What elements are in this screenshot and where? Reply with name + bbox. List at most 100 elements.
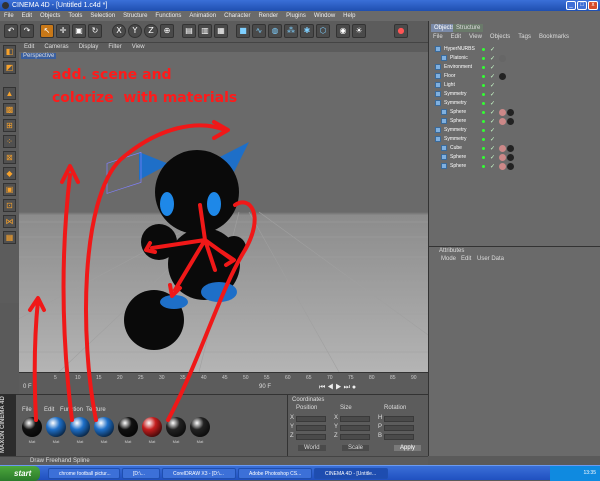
object-row[interactable]: Symmetry ✓ <box>429 126 600 135</box>
enabled-check-icon[interactable]: ✓ <box>490 163 495 172</box>
size-y-field[interactable] <box>340 425 370 431</box>
render-view-icon[interactable]: ▤ <box>182 24 196 38</box>
undo-icon[interactable]: ↶ <box>4 24 18 38</box>
timeline[interactable]: 0 5 10 15 20 25 30 35 40 45 50 55 60 65 70 75 80 85 90 0 F… <box>19 372 428 394</box>
polygons-tool-icon[interactable]: ◆ <box>3 167 16 180</box>
object-row[interactable]: Environment ✓ <box>429 63 600 72</box>
scale-dropdown[interactable]: Scale <box>342 445 370 451</box>
menu-render[interactable]: Render <box>254 11 282 21</box>
viewport-menu-filter[interactable]: Filter <box>103 43 126 52</box>
position-z-field[interactable] <box>296 434 326 440</box>
object-row[interactable]: Light ✓ <box>429 81 600 90</box>
task-explorer[interactable]: [D:\... <box>122 468 160 479</box>
system-tray-clock[interactable]: 13:35 <box>550 466 600 481</box>
visibility-dot-icon[interactable] <box>482 120 485 123</box>
task-chrome[interactable]: chrome football pictur... <box>48 468 120 479</box>
material-swatch[interactable] <box>94 417 114 437</box>
attr-menu-mode[interactable]: Mode <box>441 256 456 262</box>
rotation-b-field[interactable] <box>384 434 414 440</box>
y-axis-button[interactable]: Y <box>128 24 142 38</box>
world-dropdown[interactable]: World <box>298 445 326 451</box>
use-model-tool-icon[interactable]: ◩ <box>3 61 16 74</box>
material-tag-icon[interactable] <box>499 154 506 161</box>
light-icon[interactable]: ☀ <box>352 24 366 38</box>
size-x-field[interactable] <box>340 416 370 422</box>
visibility-dot-icon[interactable] <box>482 48 485 51</box>
menu-selection[interactable]: Selection <box>86 11 119 21</box>
cube-object-icon[interactable]: ■ <box>236 24 250 38</box>
rotate-icon[interactable]: ↻ <box>88 24 102 38</box>
material-tag-icon[interactable] <box>499 163 506 170</box>
close-button[interactable]: x <box>588 1 598 10</box>
menu-file[interactable]: File <box>0 11 18 21</box>
redo-icon[interactable]: ↷ <box>20 24 34 38</box>
material-tag-icon[interactable] <box>507 154 514 161</box>
menu-help[interactable]: Help <box>339 11 359 21</box>
attr-menu-edit[interactable]: Edit <box>461 256 471 262</box>
material-swatch[interactable] <box>166 417 186 437</box>
material-swatch[interactable] <box>142 417 162 437</box>
material-tag-icon[interactable] <box>499 145 506 152</box>
visibility-dot-icon[interactable] <box>482 129 485 132</box>
z-axis-button[interactable]: Z <box>144 24 158 38</box>
visibility-dot-icon[interactable] <box>482 111 485 114</box>
current-frame-field[interactable]: 0 F <box>23 384 32 390</box>
object-row[interactable]: Symmetry ✓ <box>429 135 600 144</box>
axis-tool-icon[interactable]: ⊞ <box>3 119 16 132</box>
playback-controls-icon[interactable]: ⏮ ◀ ▶ ⏭ ● <box>319 384 356 392</box>
visibility-dot-icon[interactable] <box>482 102 485 105</box>
obj-menu-bookmarks[interactable]: Bookmarks <box>535 33 573 42</box>
scene-icon[interactable]: ⬡ <box>316 24 330 38</box>
record-icon[interactable]: ● <box>394 24 408 38</box>
object-tool-icon[interactable]: ▲ <box>3 87 16 100</box>
deformer-icon[interactable]: ✱ <box>300 24 314 38</box>
live-selection-icon[interactable]: ↖ <box>40 24 54 38</box>
object-row[interactable]: Sphere ✓ <box>429 162 600 171</box>
material-menu-file[interactable]: File <box>22 407 32 413</box>
material-tag-icon[interactable] <box>507 118 514 125</box>
task-coreldraw[interactable]: CorelDRAW X3 - [D:\... <box>162 468 236 479</box>
visibility-dot-icon[interactable] <box>482 138 485 141</box>
end-frame-field[interactable]: 90 F <box>259 384 271 390</box>
menu-objects[interactable]: Objects <box>36 11 64 21</box>
visibility-dot-icon[interactable] <box>482 165 485 168</box>
material-swatch[interactable] <box>22 417 42 437</box>
minimize-button[interactable]: _ <box>566 1 576 10</box>
visibility-dot-icon[interactable] <box>482 84 485 87</box>
points-tool-icon[interactable]: ⁘ <box>3 135 16 148</box>
object-row[interactable]: Floor ✓ <box>429 72 600 81</box>
object-row[interactable]: Sphere ✓ <box>429 117 600 126</box>
obj-menu-file[interactable]: File <box>429 33 447 42</box>
material-swatch[interactable] <box>118 417 138 437</box>
apply-button[interactable]: Apply <box>394 445 422 451</box>
position-y-field[interactable] <box>296 425 326 431</box>
workplane-icon[interactable]: ▦ <box>3 231 16 244</box>
attr-menu-user-data[interactable]: User Data <box>477 256 504 262</box>
texture-tool-icon[interactable]: ▩ <box>3 103 16 116</box>
visibility-dot-icon[interactable] <box>482 156 485 159</box>
menu-edit[interactable]: Edit <box>18 11 36 21</box>
size-z-field[interactable] <box>340 434 370 440</box>
menu-animation[interactable]: Animation <box>185 11 220 21</box>
object-row[interactable]: Sphere ✓ <box>429 153 600 162</box>
material-menu-texture[interactable]: Texture <box>86 407 106 413</box>
obj-menu-edit[interactable]: Edit <box>447 33 465 42</box>
menu-structure[interactable]: Structure <box>119 11 151 21</box>
array-icon[interactable]: ⁂ <box>284 24 298 38</box>
start-button[interactable]: start <box>0 466 40 481</box>
material-tag-icon[interactable] <box>499 73 506 80</box>
obj-menu-tags[interactable]: Tags <box>514 33 535 42</box>
menu-window[interactable]: Window <box>310 11 339 21</box>
object-row[interactable]: Platonic ✓ <box>429 54 600 63</box>
visibility-dot-icon[interactable] <box>482 75 485 78</box>
snap-icon[interactable]: ⋈ <box>3 215 16 228</box>
material-tag-icon[interactable] <box>499 55 506 62</box>
camera-icon[interactable]: ◉ <box>336 24 350 38</box>
x-axis-button[interactable]: X <box>112 24 126 38</box>
visibility-dot-icon[interactable] <box>482 57 485 60</box>
tab-structure[interactable]: Structure <box>453 24 484 32</box>
viewport-menu-display[interactable]: Display <box>74 43 104 52</box>
spline-icon[interactable]: ∿ <box>252 24 266 38</box>
material-tag-icon[interactable] <box>507 109 514 116</box>
rotation-h-field[interactable] <box>384 416 414 422</box>
